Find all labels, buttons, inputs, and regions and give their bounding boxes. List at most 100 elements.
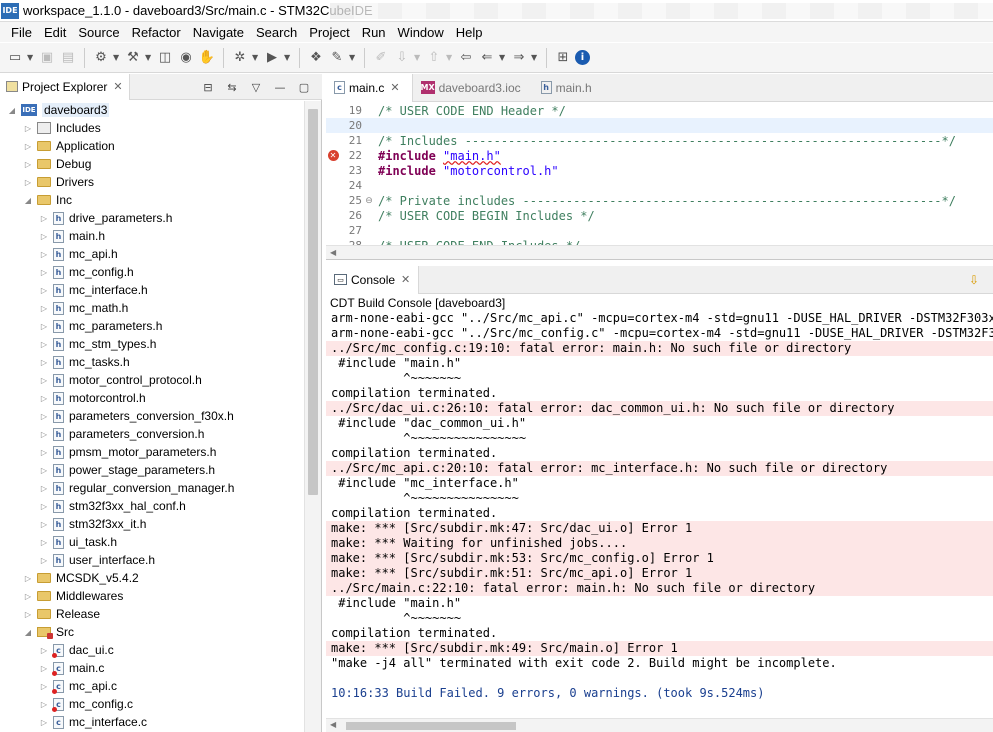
tree-item[interactable]: ▷ h main.h — [0, 227, 304, 245]
collapsed-arrow-icon[interactable]: ▷ — [22, 124, 34, 133]
menu-source[interactable]: Source — [73, 25, 124, 40]
menu-navigate[interactable]: Navigate — [188, 25, 249, 40]
close-icon[interactable]: ✕ — [390, 81, 399, 94]
error-marker-icon[interactable]: ✕ — [327, 150, 339, 161]
new-dropdown-icon[interactable]: ▼ — [27, 53, 35, 62]
expanded-arrow-icon[interactable]: ◢ — [22, 196, 34, 205]
close-icon[interactable]: ✕ — [113, 80, 122, 93]
tree-item[interactable]: ◢ Src — [0, 623, 304, 641]
collapsed-arrow-icon[interactable]: ▷ — [22, 574, 34, 583]
tree-item[interactable]: ▷ Drivers — [0, 173, 304, 191]
tab-project-explorer[interactable]: Project Explorer ✕ — [0, 73, 130, 100]
vertical-scrollbar[interactable] — [304, 101, 321, 732]
collapsed-arrow-icon[interactable]: ▷ — [38, 394, 50, 403]
collapsed-arrow-icon[interactable]: ▷ — [22, 610, 34, 619]
tree-item[interactable]: ▷ h mc_math.h — [0, 299, 304, 317]
collapsed-arrow-icon[interactable]: ▷ — [38, 412, 50, 421]
tree-item[interactable]: ▷ Application — [0, 137, 304, 155]
last-edit-icon[interactable]: ⇦ — [457, 49, 475, 67]
menu-edit[interactable]: Edit — [39, 25, 71, 40]
collapsed-arrow-icon[interactable]: ▷ — [38, 664, 50, 673]
collapsed-arrow-icon[interactable]: ▷ — [38, 484, 50, 493]
build-dropdown-icon[interactable]: ▼ — [145, 53, 153, 62]
code-line[interactable]: 19 /* USER CODE END Header */ — [326, 103, 993, 118]
tree-item[interactable]: ◢ Inc — [0, 191, 304, 209]
menu-run[interactable]: Run — [357, 25, 391, 40]
tree-item[interactable]: ▷ c dac_ui.c — [0, 641, 304, 659]
code-line[interactable]: 24 — [326, 178, 993, 193]
tree-item[interactable]: ▷ h mc_parameters.h — [0, 317, 304, 335]
collapsed-arrow-icon[interactable]: ▷ — [38, 376, 50, 385]
collapsed-arrow-icon[interactable]: ▷ — [22, 142, 34, 151]
collapsed-arrow-icon[interactable]: ▷ — [38, 358, 50, 367]
minimize-icon[interactable]: — — [272, 79, 288, 95]
menu-window[interactable]: Window — [393, 25, 449, 40]
save-all-icon[interactable]: ▤ — [59, 49, 77, 67]
tree-item[interactable]: ▷ Middlewares — [0, 587, 304, 605]
collapsed-arrow-icon[interactable]: ▷ — [38, 286, 50, 295]
collapse-all-icon[interactable]: ⊟ — [200, 79, 216, 95]
editor-horizontal-scrollbar[interactable]: ◀ — [326, 245, 993, 259]
collapsed-arrow-icon[interactable]: ▷ — [38, 250, 50, 259]
next-annotation-dropdown-icon[interactable]: ▼ — [414, 53, 422, 62]
collapsed-arrow-icon[interactable]: ▷ — [38, 322, 50, 331]
pin-editor-icon[interactable]: ⊞ — [554, 49, 572, 67]
build-hammer-icon[interactable]: ⚒ — [124, 49, 142, 67]
code-line[interactable]: 25 ⊖ /* Private includes -----------------… — [326, 193, 993, 208]
menu-help[interactable]: Help — [451, 25, 488, 40]
collapsed-arrow-icon[interactable]: ▷ — [38, 232, 50, 241]
save-icon[interactable]: ▣ — [38, 49, 56, 67]
collapsed-arrow-icon[interactable]: ▷ — [38, 214, 50, 223]
code-line[interactable]: 27 — [326, 223, 993, 238]
tree-item[interactable]: ▷ h mc_config.h — [0, 263, 304, 281]
scroll-lock-icon[interactable]: ⇩ — [969, 273, 979, 287]
code-line[interactable]: 26 /* USER CODE BEGIN Includes */ — [326, 208, 993, 223]
editor-tab[interactable]: c main.c ✕ — [326, 73, 413, 102]
tools-dropdown-icon[interactable]: ▼ — [349, 53, 357, 62]
run-dropdown-icon[interactable]: ▼ — [284, 53, 292, 62]
tree-item[interactable]: ▷ h mc_tasks.h — [0, 353, 304, 371]
collapsed-arrow-icon[interactable]: ▷ — [38, 448, 50, 457]
tab-console[interactable]: ▭ Console ✕ — [326, 265, 420, 294]
collapsed-arrow-icon[interactable]: ▷ — [38, 304, 50, 313]
tree-item[interactable]: ▷ MCSDK_v5.4.2 — [0, 569, 304, 587]
forward-icon[interactable]: ⇒ — [510, 49, 528, 67]
tree-item[interactable]: ▷ h regular_conversion_manager.h — [0, 479, 304, 497]
tree-item[interactable]: ▷ h mc_api.h — [0, 245, 304, 263]
code-line[interactable]: 20 — [326, 118, 993, 133]
debug-icon[interactable]: ✲ — [231, 49, 249, 67]
tree-item[interactable]: ▷ h motorcontrol.h — [0, 389, 304, 407]
open-type-icon[interactable]: ❖ — [307, 49, 325, 67]
collapsed-arrow-icon[interactable]: ▷ — [22, 592, 34, 601]
collapsed-arrow-icon[interactable]: ▷ — [22, 160, 34, 169]
tree-item[interactable]: ▷ c mc_interface.c — [0, 713, 304, 731]
tree-item[interactable]: ▷ Release — [0, 605, 304, 623]
collapsed-arrow-icon[interactable]: ▷ — [38, 700, 50, 709]
close-icon[interactable]: ✕ — [401, 273, 410, 286]
fold-toggle-icon[interactable]: ⊖ — [364, 196, 374, 206]
tree-item[interactable]: ▷ Includes — [0, 119, 304, 137]
link-with-editor-icon[interactable]: ⇆ — [224, 79, 240, 95]
device-config-icon[interactable]: ◉ — [177, 49, 195, 67]
external-tools-icon[interactable]: ✎ — [328, 49, 346, 67]
collapsed-arrow-icon[interactable]: ▷ — [38, 340, 50, 349]
collapsed-arrow-icon[interactable]: ▷ — [38, 718, 50, 727]
menu-search[interactable]: Search — [251, 25, 302, 40]
collapsed-arrow-icon[interactable]: ▷ — [38, 520, 50, 529]
hand-icon[interactable]: ✋ — [198, 49, 216, 67]
console-horizontal-scrollbar[interactable]: ◀ — [326, 718, 993, 732]
scroll-left-icon[interactable]: ◀ — [330, 248, 336, 257]
collapsed-arrow-icon[interactable]: ▷ — [38, 646, 50, 655]
scrollbar-thumb[interactable] — [308, 109, 318, 495]
next-annotation-icon[interactable]: ⇩ — [393, 49, 411, 67]
debug-dropdown-icon[interactable]: ▼ — [252, 53, 260, 62]
editor-tab[interactable]: h main.h — [533, 74, 604, 102]
code-line[interactable]: 23 #include "motorcontrol.h" — [326, 163, 993, 178]
tree-item[interactable]: ▷ h mc_stm_types.h — [0, 335, 304, 353]
code-line[interactable]: ✕ 22 #include "main.h" — [326, 148, 993, 163]
collapsed-arrow-icon[interactable]: ▷ — [38, 682, 50, 691]
collapsed-arrow-icon[interactable]: ▷ — [38, 502, 50, 511]
scrollbar-thumb[interactable] — [346, 722, 516, 730]
tree-item[interactable]: ▷ h stm32f3xx_it.h — [0, 515, 304, 533]
information-icon[interactable]: i — [575, 50, 590, 65]
